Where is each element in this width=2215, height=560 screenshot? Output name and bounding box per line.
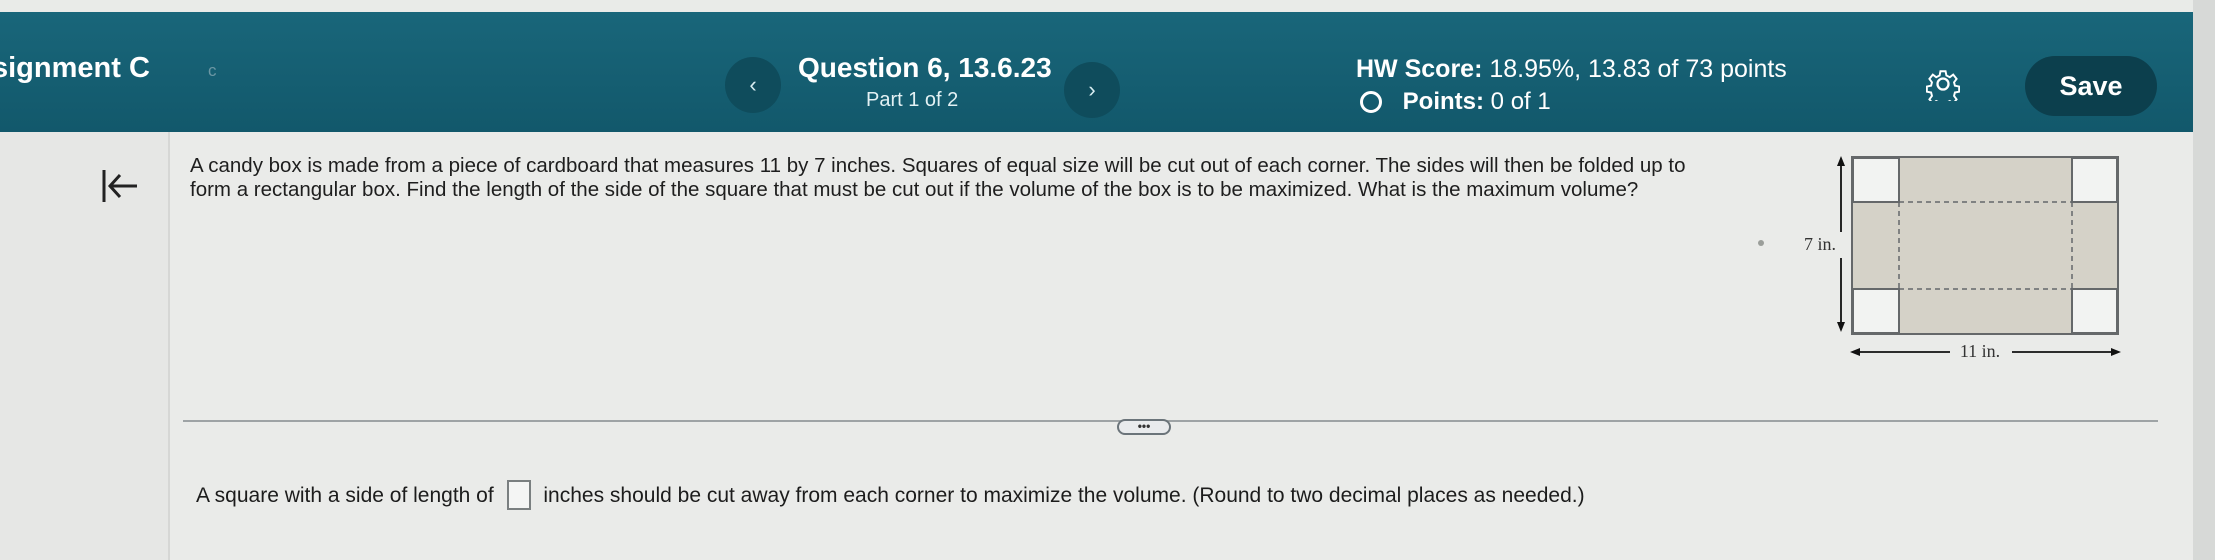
question-header: signment C c ‹ Question 6, 13.6.23 Part … <box>0 12 2195 132</box>
save-button[interactable]: Save <box>2025 56 2157 116</box>
hw-score-value: 18.95%, 13.83 of 73 points <box>1489 55 1787 83</box>
stray-dot <box>1758 240 1764 246</box>
part-label: Part 1 of 2 <box>866 89 959 111</box>
circle-outline-icon <box>1360 91 1382 113</box>
answer-row: A square with a side of length of inches… <box>196 480 1585 510</box>
section-divider <box>183 420 2158 422</box>
question-text: A candy box is made from a piece of card… <box>190 154 1686 201</box>
right-edge <box>2193 0 2215 560</box>
answer-suffix: inches should be cut away from each corn… <box>543 484 1585 507</box>
points-value: 0 of 1 <box>1490 88 1551 115</box>
question-title: Question 6, 13.6.23 <box>798 52 1052 83</box>
header-dot: c <box>208 61 217 80</box>
height-label: 7 in. <box>1804 234 1836 254</box>
answer-input[interactable] <box>506 480 531 510</box>
width-label: 11 in. <box>1960 341 2000 361</box>
cardboard-diagram: 7 in. 11 in. <box>1804 156 2121 364</box>
points-label: Points: <box>1402 88 1484 115</box>
previous-question-button[interactable]: ‹ <box>725 57 781 113</box>
top-strip <box>0 0 2215 12</box>
answer-prefix: A square with a side of length of <box>196 484 494 507</box>
expand-more-button[interactable]: ••• <box>1117 419 1171 435</box>
corner-square-top-right <box>2071 157 2118 203</box>
corner-square-bottom-left <box>1852 288 1900 334</box>
gear-icon[interactable] <box>1926 67 1960 101</box>
points: Points: 0 of 1 <box>1360 88 1551 116</box>
collapse-left-icon[interactable] <box>100 166 140 206</box>
next-question-button[interactable]: › <box>1064 62 1120 118</box>
corner-square-bottom-right <box>2071 288 2118 334</box>
hw-score: HW Score: 18.95%, 13.83 of 73 points <box>1356 55 1787 84</box>
corner-square-top-left <box>1852 157 1900 203</box>
left-rail <box>0 132 170 560</box>
assignment-title[interactable]: signment C <box>0 52 150 85</box>
hw-score-label: HW Score: <box>1356 55 1483 83</box>
